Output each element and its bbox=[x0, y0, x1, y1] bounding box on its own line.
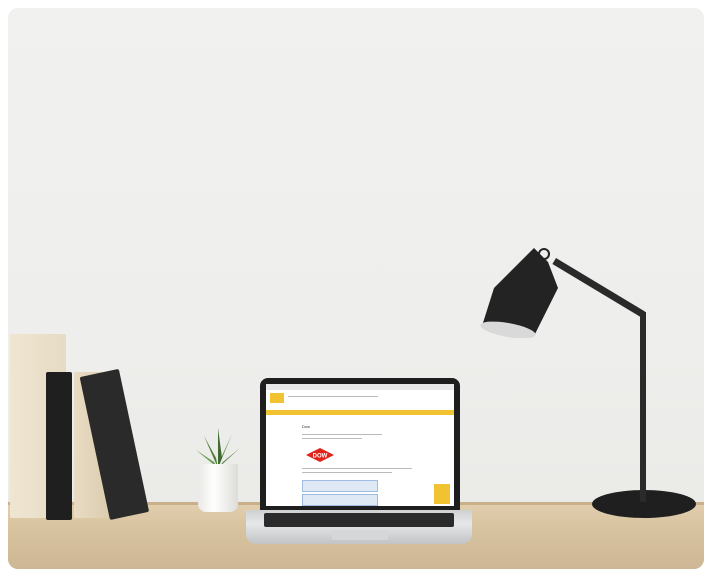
dow-logo-icon: DOW bbox=[306, 448, 334, 462]
text-line bbox=[302, 468, 412, 469]
product-card bbox=[302, 480, 378, 492]
site-logo bbox=[270, 393, 284, 403]
lamp-arm bbox=[552, 258, 646, 318]
lamp-shade-icon bbox=[480, 248, 558, 338]
side-ad bbox=[434, 484, 450, 504]
text-line bbox=[302, 438, 362, 439]
lamp-pole bbox=[640, 312, 646, 502]
plant-pot bbox=[198, 464, 238, 512]
plant-leaves bbox=[196, 428, 240, 468]
text-line bbox=[302, 434, 382, 435]
nav-line bbox=[288, 396, 378, 397]
laptop-screen: Dow DOW bbox=[266, 384, 454, 506]
svg-text:DOW: DOW bbox=[313, 454, 328, 460]
product-card bbox=[302, 494, 378, 506]
laptop-keyboard bbox=[264, 513, 454, 527]
browser-bar bbox=[266, 384, 454, 390]
screen-page-heading: Dow bbox=[302, 424, 311, 429]
photo-scene: Dow DOW bbox=[8, 8, 704, 569]
laptop-trackpad bbox=[332, 530, 388, 540]
text-line bbox=[302, 472, 392, 473]
book-black bbox=[46, 372, 72, 520]
yellow-banner bbox=[266, 410, 454, 415]
